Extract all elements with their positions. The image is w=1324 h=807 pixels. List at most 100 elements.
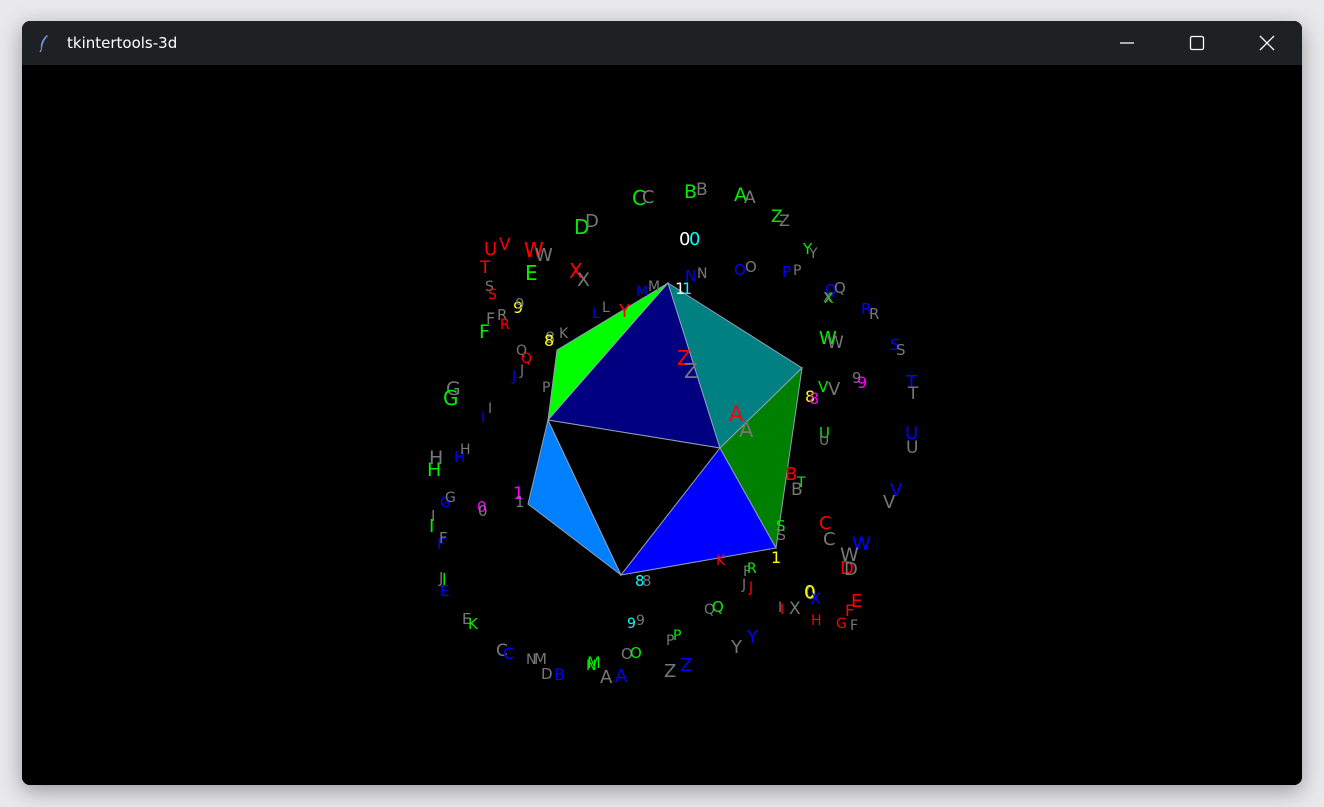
floating-letter: W [535, 245, 553, 266]
floating-letter: L [592, 306, 600, 322]
floating-letter: U [819, 433, 829, 449]
floating-letter: A [744, 188, 756, 208]
3d-canvas[interactable]: CCBBAAZZYYDD00UVWWTEXXNNOOPPQQXXSSMM1199… [22, 65, 1302, 785]
floating-letter: D [585, 211, 599, 232]
minimize-button[interactable] [1092, 21, 1162, 65]
floating-letter: A [739, 418, 754, 442]
close-button[interactable] [1232, 21, 1302, 65]
floating-letter: C [642, 187, 655, 208]
floating-letter: R [869, 305, 879, 323]
floating-letter: G [443, 386, 459, 410]
floating-letter: V [828, 379, 841, 400]
floating-letter: I [481, 410, 485, 426]
floating-letter: J [519, 363, 524, 379]
floating-letter: S [896, 341, 906, 359]
floating-letter: A [615, 666, 628, 687]
floating-letter: K [716, 553, 726, 569]
close-icon [1259, 35, 1275, 51]
floating-letter: X [810, 589, 821, 608]
floating-letter: S [488, 287, 497, 303]
floating-letter: M [636, 284, 648, 300]
floating-letter: J [741, 577, 746, 593]
floating-letter: 0 [689, 229, 700, 250]
floating-letter: H [427, 459, 441, 481]
floating-letter: G [445, 490, 456, 506]
floating-letter: 9 [857, 373, 867, 392]
title-bar[interactable]: tkintertools-3d [22, 21, 1302, 65]
floating-letter: Y [618, 301, 631, 322]
floating-letter: Y [730, 637, 743, 658]
floating-letter: 0 [478, 502, 488, 520]
floating-letter: P [793, 263, 801, 279]
floating-letter: P [542, 380, 550, 396]
maximize-button[interactable] [1162, 21, 1232, 65]
floating-letter: 8 [544, 331, 554, 350]
floating-letter: C [823, 529, 836, 550]
floating-letter: I [431, 507, 435, 525]
floating-letter: D [541, 665, 553, 683]
floating-letter: Z [664, 661, 676, 682]
floating-letter: E [525, 261, 538, 285]
floating-letter: Y [746, 627, 759, 648]
floating-letter: B [696, 180, 708, 200]
floating-letter: E [440, 582, 449, 600]
floating-letter: B [554, 665, 565, 684]
floating-letter: M [648, 279, 660, 295]
window-title: tkintertools-3d [67, 34, 178, 52]
floating-letter: Y [808, 246, 818, 262]
floating-letter: P [673, 628, 681, 644]
floating-letter: 9 [515, 295, 525, 313]
floating-letter: 9 [636, 613, 645, 629]
floating-letter: X [789, 599, 801, 619]
feather-icon [36, 33, 52, 53]
floating-letter: R [500, 317, 510, 333]
floating-letter: N [697, 266, 707, 282]
polyhedron [527, 281, 803, 576]
floating-letter: O [630, 644, 642, 662]
floating-letter: X [577, 269, 590, 291]
floating-letter: T [479, 258, 491, 278]
floating-letter: D [844, 559, 858, 580]
floating-letter: K [468, 615, 479, 633]
floating-letter: J [748, 580, 753, 596]
floating-letter: 1 [515, 493, 525, 511]
floating-letter: V [499, 235, 511, 255]
floating-letter: X [823, 291, 832, 306]
floating-letter: W [827, 333, 844, 353]
floating-letter: F [850, 618, 858, 634]
floating-letter: Z [779, 211, 790, 230]
floating-letter: T [907, 384, 919, 404]
floating-letter: J [511, 369, 516, 385]
3d-scene[interactable]: CC BB AAZZYYDD00U V WWT E XX N N O O P PQQXXSS M M 1199… [22, 65, 1302, 785]
floating-letter: 1 [771, 548, 781, 567]
floating-letter: M [587, 653, 601, 672]
floating-letter: I [780, 602, 784, 618]
floating-letter: 1 [682, 279, 692, 298]
floating-letter: H [811, 613, 822, 629]
floating-letter: O [745, 258, 757, 276]
floating-letter: K [559, 326, 569, 342]
floating-letter: T [796, 475, 806, 491]
floating-letter: U [484, 239, 497, 260]
app-window: tkintertools-3d CCBBAAZZYYDD00UVWWTEXXNN… [22, 21, 1302, 785]
floating-letter: H [460, 442, 471, 458]
minimize-icon [1120, 42, 1134, 44]
floating-letter: L [602, 300, 610, 316]
floating-letter: I [488, 401, 492, 417]
floating-letter: S [777, 528, 786, 544]
floating-letter: 9 [627, 616, 636, 632]
floating-letter: Z [680, 655, 692, 676]
floating-letter: Q [834, 279, 846, 297]
floating-letter: F [439, 529, 448, 547]
floating-letter: C [503, 644, 514, 663]
floating-letter: F [479, 321, 490, 343]
floating-letter: G [836, 616, 847, 632]
floating-letter: A [600, 667, 613, 688]
floating-letter: U [906, 438, 918, 458]
floating-letter: R [747, 561, 757, 577]
floating-letter: Q [712, 598, 724, 616]
maximize-icon [1189, 35, 1205, 51]
floating-letter: P [782, 263, 791, 281]
floating-letter: Z [684, 359, 698, 383]
floating-letter: 8 [642, 572, 652, 590]
